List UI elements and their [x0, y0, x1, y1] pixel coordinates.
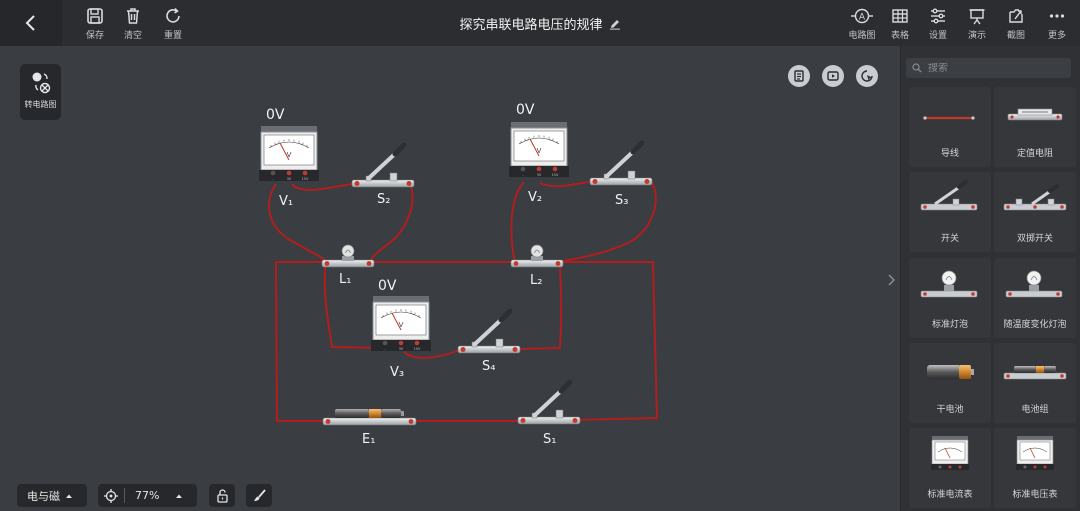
settings-button[interactable]: 设置 — [921, 7, 955, 41]
wire-v2-l2 — [510, 181, 525, 263]
v2-reading: 0V — [516, 102, 535, 118]
palette-wire[interactable]: 导线 — [909, 87, 991, 167]
l1-label: L₁ — [339, 272, 351, 287]
palette-label: 标准电流表 — [927, 490, 973, 500]
search-input[interactable] — [928, 62, 1058, 74]
voltmeter-v3[interactable] — [370, 295, 432, 352]
battery-pack-preview — [1003, 366, 1067, 380]
lock-button[interactable] — [209, 484, 235, 507]
mode-selector[interactable]: 电与磁 — [17, 484, 87, 507]
wire-preview — [923, 116, 975, 120]
palette-label: 标准电压表 — [1012, 490, 1058, 500]
crosshair-icon — [104, 488, 118, 503]
locate-button[interactable] — [98, 488, 124, 503]
switch-s3[interactable] — [590, 143, 652, 185]
bulb-preview — [920, 270, 978, 298]
brush-button[interactable] — [246, 484, 272, 507]
zoom-control: 77% — [98, 484, 197, 507]
bulb-l1[interactable] — [321, 244, 375, 268]
palette-label: 双掷开关 — [1016, 234, 1053, 244]
v1-reading: 0V — [266, 107, 285, 123]
unlock-icon — [216, 488, 228, 503]
palette-label: 标准灯泡 — [931, 320, 968, 330]
brush-icon — [253, 489, 266, 501]
v3-reading: 0V — [378, 278, 397, 294]
bulb-l2[interactable] — [510, 244, 564, 268]
palette-ammeter[interactable]: 标准电流表 — [909, 428, 991, 508]
palette-battery-pack[interactable]: 电池组 — [994, 343, 1076, 423]
palette-label: 导线 — [940, 149, 959, 159]
voltmeter-v2[interactable] — [508, 121, 570, 178]
screenshot-button[interactable]: 截图 — [999, 7, 1033, 41]
component-search[interactable] — [906, 58, 1071, 78]
search-icon — [912, 63, 922, 73]
s4-label: S₄ — [482, 359, 495, 374]
more-button[interactable]: 更多 — [1040, 7, 1074, 41]
ammeter-preview — [931, 436, 969, 470]
palette-voltmeter[interactable]: 标准电压表 — [994, 428, 1076, 508]
palette-label: 定值电阻 — [1016, 149, 1053, 159]
s3-label: S₃ — [615, 193, 628, 208]
wire-v1-s2 — [291, 182, 357, 191]
palette-label: 随温度变化灯泡 — [1003, 320, 1067, 330]
switch-s1[interactable] — [518, 382, 580, 424]
present-label: 演示 — [967, 31, 986, 41]
more-label: 更多 — [1047, 31, 1066, 41]
more-icon — [1049, 14, 1065, 18]
palette-switch[interactable]: 开关 — [909, 172, 991, 252]
palette-label: 开关 — [940, 234, 959, 244]
voltmeter-preview — [1016, 436, 1054, 470]
present-icon — [969, 9, 985, 25]
palette-label: 电池组 — [1021, 405, 1049, 415]
chevron-right-icon — [888, 274, 895, 286]
zoom-value: 77% — [135, 489, 160, 502]
s1-label: S₁ — [543, 432, 556, 447]
panel-collapse-button[interactable] — [884, 268, 898, 292]
e1-label: E₁ — [362, 432, 375, 447]
palette-dry-cell[interactable]: 干电池 — [909, 343, 991, 423]
caret-up-icon — [66, 494, 72, 498]
screenshot-label: 截图 — [1006, 31, 1025, 41]
settings-icon — [931, 8, 945, 24]
voltmeter-v1[interactable] — [258, 125, 320, 182]
dry-cell-preview — [927, 365, 974, 379]
switch-s4[interactable] — [458, 311, 520, 353]
double-throw-switch-preview — [1003, 184, 1067, 211]
temp-bulb-preview — [1005, 270, 1063, 298]
palette-standard-bulb[interactable]: 标准灯泡 — [909, 258, 991, 338]
zoom-caret-icon[interactable] — [175, 493, 183, 499]
wire-v1-l1 — [267, 183, 327, 263]
wires — [267, 179, 659, 422]
mode-label: 电与磁 — [27, 489, 60, 503]
s2-label: S₂ — [377, 192, 390, 207]
wire-s3-l2 — [559, 179, 657, 263]
zoom-divider — [124, 488, 125, 503]
wire-right-loop — [562, 261, 659, 421]
palette-resistor[interactable]: 定值电阻 — [994, 87, 1076, 167]
palette-label: 干电池 — [936, 405, 964, 415]
palette-double-throw-switch[interactable]: 双掷开关 — [994, 172, 1076, 252]
resistor-preview — [1007, 108, 1063, 121]
switch-s2[interactable] — [352, 145, 414, 187]
wire-v2-s3 — [539, 180, 595, 188]
v3-label: V₃ — [390, 365, 404, 380]
l2-label: L₂ — [530, 273, 542, 288]
wire-left-loop — [274, 261, 326, 422]
switch-preview — [920, 180, 978, 211]
battery-e1[interactable] — [322, 409, 417, 426]
settings-label: 设置 — [928, 31, 947, 41]
present-button[interactable]: 演示 — [960, 7, 994, 41]
circuit-drawing: V - 3V 15V 0V 0V 0V V₁ V₂ V₃ S₂ S₃ S₄ S₁… — [258, 102, 659, 447]
screenshot-icon — [1009, 9, 1023, 23]
v1-label: V₁ — [279, 194, 293, 209]
palette-temp-bulb[interactable]: 随温度变化灯泡 — [994, 258, 1076, 338]
v2-label: V₂ — [528, 190, 542, 205]
